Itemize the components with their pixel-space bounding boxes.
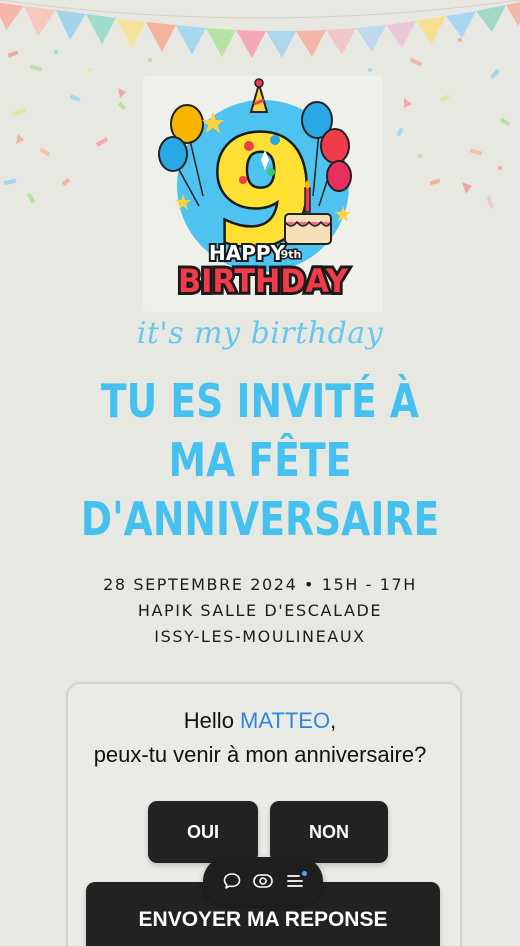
event-date-time: 28 SEPTEMBRE 2024 • 15H - 17H (103, 575, 417, 594)
event-venue: HAPIK SALLE D'ESCALADE (137, 601, 383, 620)
rsvp-question: peux-tu venir à mon anniversaire? (93, 742, 427, 767)
headline-line-3: D'ANNIVERSAIRE (80, 492, 440, 546)
yes-button[interactable]: OUI (148, 801, 258, 863)
greeting-prefix: Hello (183, 708, 241, 733)
menu-icon[interactable] (284, 870, 307, 892)
greeting-line: Hello MATTEO, (0, 704, 520, 738)
event-city: ISSY-LES-MOULINEAUX (154, 627, 366, 646)
birthday-illustration: 9 HAPPY 9th BIRTHDAY (158, 78, 352, 303)
floating-toolbar (203, 857, 323, 905)
greeting-suffix: , (330, 708, 337, 733)
guest-name: MATTEO (240, 708, 331, 733)
invitation-headline: TU ES INVITÉ À MA FÊTE D'ANNIVERSAIRE (47, 372, 473, 549)
headline-line-2: MA FÊTE (168, 433, 352, 487)
poster-ordinal: 9th (281, 248, 302, 261)
no-button[interactable]: NON (270, 801, 388, 863)
headline-line-1: TU ES INVITÉ À (100, 374, 420, 428)
preview-eye-icon[interactable] (252, 870, 274, 892)
poster-birthday: BIRTHDAY (178, 262, 349, 300)
birthday-poster-image: 9 HAPPY 9th BIRTHDAY (143, 76, 383, 312)
rsvp-greeting: Hello MATTEO, peux-tu venir à mon annive… (0, 704, 520, 772)
comment-icon[interactable] (221, 870, 243, 892)
tagline: it's my birthday (136, 316, 384, 351)
notification-dot (301, 871, 307, 876)
invitation-page: 9 HAPPY 9th BIRTHDAY it's my birthday TU… (0, 0, 520, 946)
event-details: 28 SEPTEMBRE 2024 • 15H - 17H HAPIK SALL… (0, 572, 520, 650)
